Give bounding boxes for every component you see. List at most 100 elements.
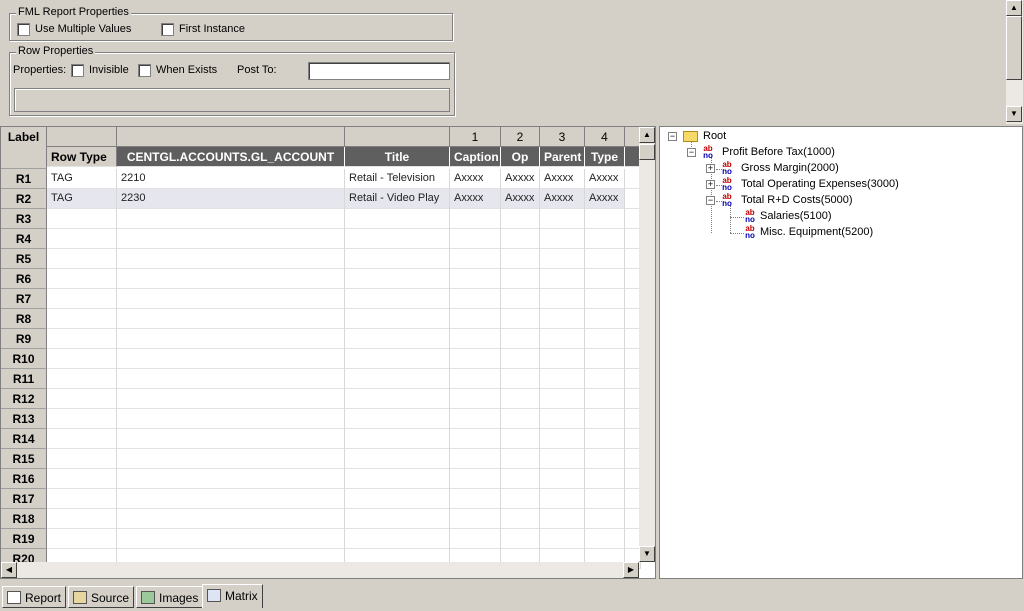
grid-cell[interactable] bbox=[47, 429, 117, 449]
grid-cell[interactable] bbox=[501, 349, 540, 369]
column-number[interactable]: 3 bbox=[540, 127, 585, 147]
grid-scroll-up-arrow-icon[interactable]: ▲ bbox=[639, 127, 655, 143]
grid-cell[interactable] bbox=[450, 229, 501, 249]
grid-cell[interactable] bbox=[117, 209, 345, 229]
grid-cell[interactable] bbox=[501, 229, 540, 249]
grid-cell[interactable] bbox=[345, 209, 450, 229]
grid-cell[interactable] bbox=[585, 209, 625, 229]
column-number-blank[interactable] bbox=[117, 127, 345, 147]
grid-cell[interactable] bbox=[345, 389, 450, 409]
grid-cell[interactable] bbox=[450, 269, 501, 289]
grid-cell[interactable] bbox=[585, 509, 625, 529]
grid-cell[interactable] bbox=[501, 209, 540, 229]
grid-cell[interactable] bbox=[501, 489, 540, 509]
grid-cell[interactable] bbox=[345, 349, 450, 369]
grid-scroll-down-arrow-icon[interactable]: ▼ bbox=[639, 546, 655, 562]
grid-cell[interactable] bbox=[450, 309, 501, 329]
row-label[interactable]: R13 bbox=[1, 409, 47, 429]
grid-vertical-thumb[interactable] bbox=[639, 144, 655, 160]
grid-cell[interactable]: Axxxx bbox=[450, 169, 501, 189]
grid-cell[interactable] bbox=[501, 509, 540, 529]
grid-cell[interactable] bbox=[47, 229, 117, 249]
grid-cell[interactable] bbox=[540, 509, 585, 529]
grid-scroll-left-arrow-icon[interactable]: ◀ bbox=[1, 562, 17, 578]
grid-cell[interactable] bbox=[540, 489, 585, 509]
column-header[interactable]: Title bbox=[345, 147, 450, 167]
grid-cell[interactable] bbox=[117, 349, 345, 369]
grid-cell[interactable] bbox=[117, 529, 345, 549]
grid-cell[interactable] bbox=[450, 469, 501, 489]
grid-cell[interactable] bbox=[540, 269, 585, 289]
grid-cell[interactable] bbox=[47, 249, 117, 269]
column-number-blank[interactable] bbox=[47, 127, 117, 147]
collapse-icon[interactable]: − bbox=[668, 132, 677, 141]
grid-cell[interactable] bbox=[47, 369, 117, 389]
expand-icon[interactable]: + bbox=[706, 180, 715, 189]
grid-cell[interactable] bbox=[117, 409, 345, 429]
row-label[interactable]: R19 bbox=[1, 529, 47, 549]
grid-cell[interactable] bbox=[501, 529, 540, 549]
grid-cell[interactable] bbox=[540, 289, 585, 309]
row-label[interactable]: R15 bbox=[1, 449, 47, 469]
grid-cell[interactable] bbox=[501, 369, 540, 389]
grid-cell[interactable] bbox=[501, 249, 540, 269]
row-label[interactable]: R16 bbox=[1, 469, 47, 489]
grid-cell[interactable] bbox=[345, 489, 450, 509]
grid-cell[interactable] bbox=[117, 429, 345, 449]
row-label[interactable]: R14 bbox=[1, 429, 47, 449]
use-multiple-values-checkbox[interactable] bbox=[17, 23, 30, 36]
grid-cell[interactable] bbox=[345, 269, 450, 289]
row-label[interactable]: R17 bbox=[1, 489, 47, 509]
row-label[interactable]: R8 bbox=[1, 309, 47, 329]
grid-cell[interactable]: Retail - Video Play bbox=[345, 189, 450, 209]
first-instance-checkbox[interactable] bbox=[161, 23, 174, 36]
grid-cell[interactable] bbox=[47, 389, 117, 409]
grid-cell[interactable] bbox=[47, 529, 117, 549]
collapse-icon[interactable]: − bbox=[687, 148, 696, 157]
account-tree[interactable]: − Root − ab no Profit Before Tax(1000) + … bbox=[659, 126, 1023, 579]
row-label[interactable]: R4 bbox=[1, 229, 47, 249]
grid-cell[interactable] bbox=[585, 429, 625, 449]
grid-cell[interactable] bbox=[540, 209, 585, 229]
tab-source[interactable]: Source bbox=[68, 586, 135, 608]
grid-cell[interactable] bbox=[540, 369, 585, 389]
column-header[interactable]: Type bbox=[585, 147, 625, 167]
grid-cell[interactable] bbox=[450, 429, 501, 449]
grid-cell[interactable] bbox=[540, 469, 585, 489]
row-label[interactable]: R12 bbox=[1, 389, 47, 409]
grid-cell[interactable] bbox=[345, 429, 450, 449]
grid-cell[interactable] bbox=[47, 329, 117, 349]
grid-cell[interactable] bbox=[501, 309, 540, 329]
row-label[interactable]: R2 bbox=[1, 189, 47, 209]
grid-cell[interactable] bbox=[585, 289, 625, 309]
row-label[interactable]: R6 bbox=[1, 269, 47, 289]
grid-scroll-right-arrow-icon[interactable]: ▶ bbox=[623, 562, 639, 578]
grid-cell[interactable] bbox=[345, 309, 450, 329]
grid-cell[interactable] bbox=[450, 389, 501, 409]
grid-cell[interactable] bbox=[117, 369, 345, 389]
grid-cell[interactable] bbox=[47, 289, 117, 309]
row-label[interactable]: R7 bbox=[1, 289, 47, 309]
grid-cell[interactable]: Axxxx bbox=[585, 189, 625, 209]
grid-cell[interactable] bbox=[501, 389, 540, 409]
when-exists-checkbox[interactable] bbox=[138, 64, 151, 77]
grid-cell[interactable] bbox=[540, 529, 585, 549]
grid-cell[interactable] bbox=[117, 229, 345, 249]
grid-cell[interactable] bbox=[450, 489, 501, 509]
grid-cell[interactable] bbox=[345, 369, 450, 389]
grid-cell[interactable] bbox=[47, 269, 117, 289]
grid-cell[interactable] bbox=[585, 409, 625, 429]
grid-cell[interactable] bbox=[117, 269, 345, 289]
grid-cell[interactable] bbox=[585, 369, 625, 389]
grid-cell[interactable] bbox=[585, 469, 625, 489]
grid-cell[interactable] bbox=[501, 409, 540, 429]
grid-cell[interactable] bbox=[345, 449, 450, 469]
grid-cell[interactable] bbox=[540, 409, 585, 429]
column-number[interactable]: 1 bbox=[450, 127, 501, 147]
grid-cell[interactable] bbox=[450, 209, 501, 229]
grid-cell[interactable] bbox=[450, 349, 501, 369]
collapse-icon[interactable]: − bbox=[706, 196, 715, 205]
grid-cell[interactable] bbox=[450, 249, 501, 269]
grid-cell[interactable] bbox=[345, 529, 450, 549]
grid-cell[interactable]: 2230 bbox=[117, 189, 345, 209]
